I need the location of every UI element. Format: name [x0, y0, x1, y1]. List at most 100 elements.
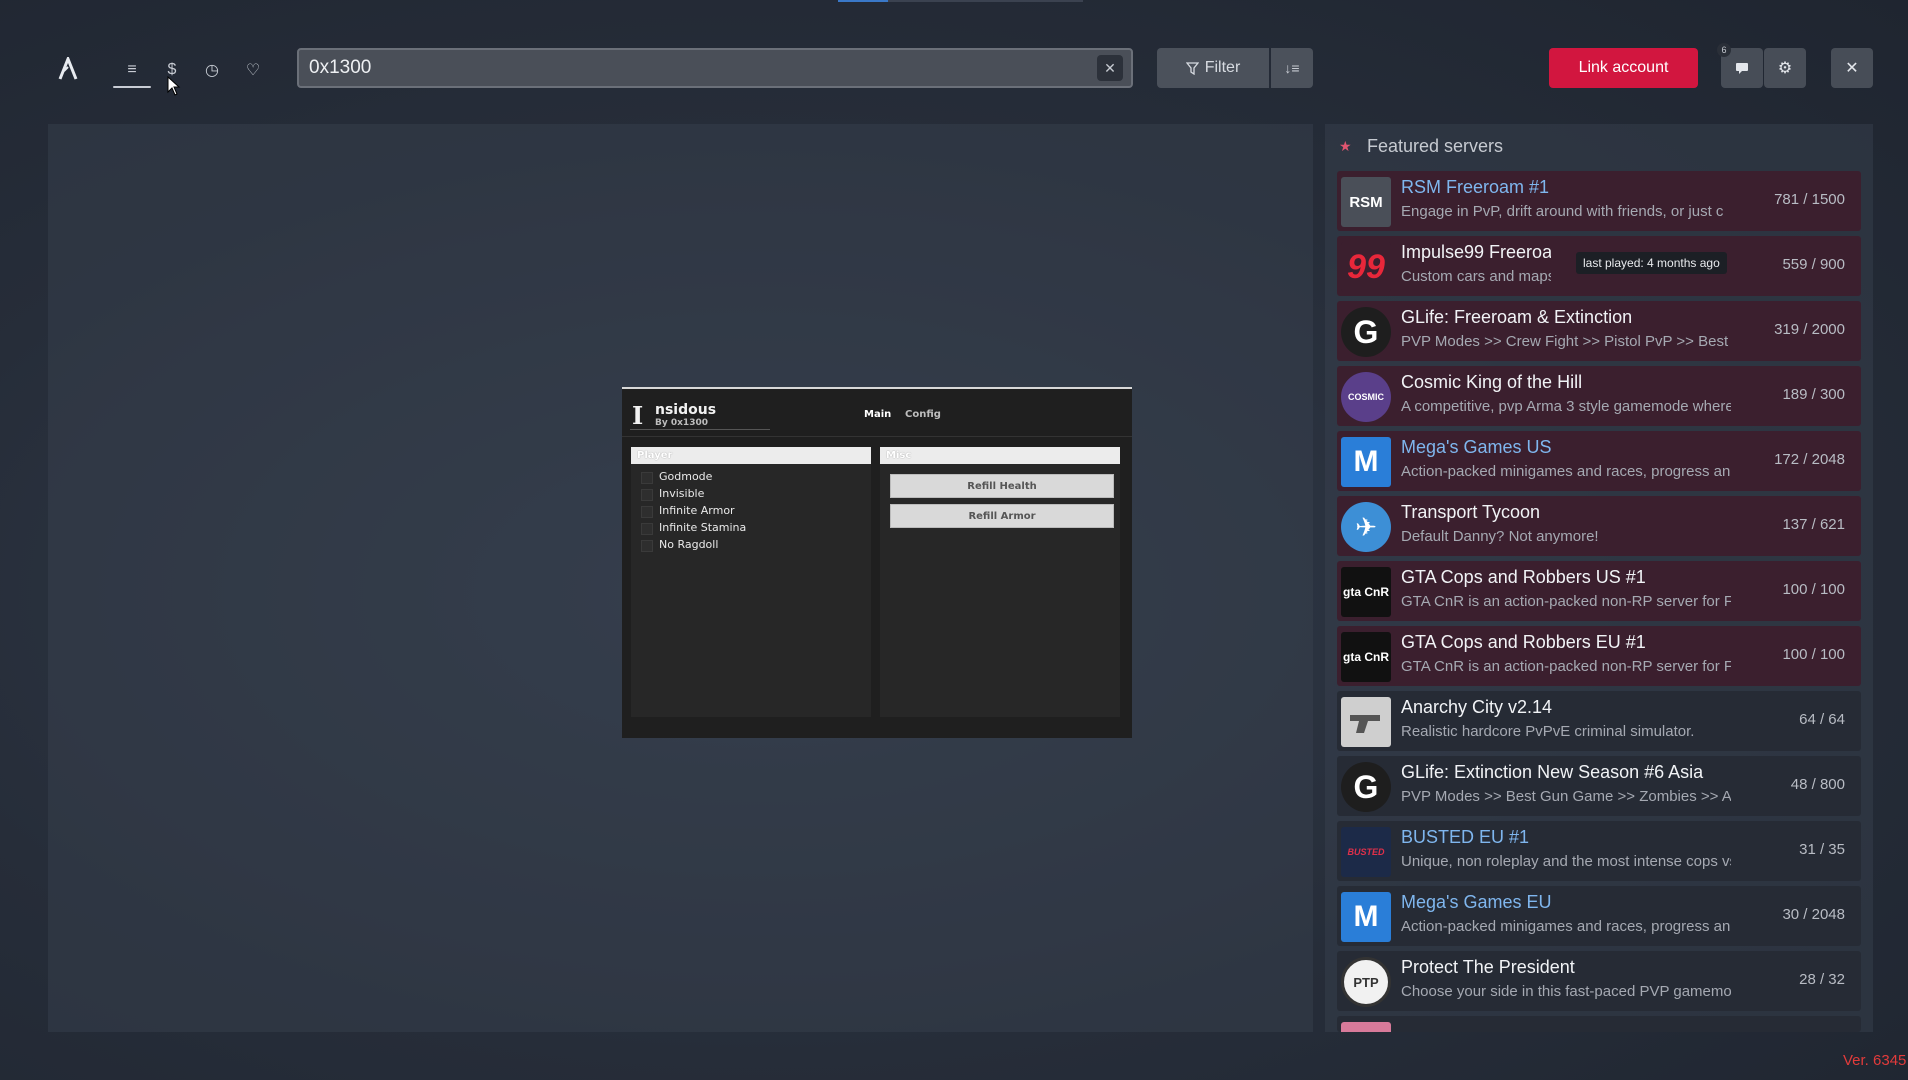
server-logo-icon: RSM [1341, 177, 1391, 227]
server-row-gta-cnr-us[interactable]: gta CnR GTA Cops and Robbers US #1 GTA C… [1337, 561, 1861, 621]
server-description: Realistic hardcore PvPvE criminal simula… [1401, 723, 1695, 740]
server-name: RSM Freeroam #1 [1401, 177, 1550, 197]
search-input[interactable]: 0x1300 [299, 57, 1097, 79]
preview-refill-armor-button: Refill Armor [890, 504, 1114, 528]
preview-option-label: Invisible [659, 487, 705, 500]
logo-icon[interactable] [57, 54, 79, 81]
server-row-anarchy-city[interactable]: Anarchy City v2.14 Realistic hardcore Pv… [1337, 691, 1861, 751]
preview-player-header: Player [631, 447, 871, 464]
server-player-count: 100 / 100 [1782, 646, 1845, 663]
server-row-megas-us[interactable]: M Mega's Games US Action-packed minigame… [1337, 431, 1861, 491]
preview-option-label: No Ragdoll [659, 538, 719, 551]
last-played-tooltip: last played: 4 months ago [1576, 252, 1727, 274]
preview-misc-column: Misc Refill Health Refill Armor [880, 447, 1120, 717]
mouse-cursor-icon [167, 75, 181, 96]
server-description: GTA CnR is an action-packed non-RP serve… [1401, 593, 1731, 610]
server-preview-image: I nsidous By 0x1300 Main Config Player G… [622, 387, 1132, 738]
server-player-count: 172 / 2048 [1774, 451, 1845, 468]
server-name: Mega's Games US [1401, 437, 1552, 457]
version-label: Ver. 6345 [1843, 1052, 1907, 1069]
server-player-count: 781 / 1500 [1774, 191, 1845, 208]
server-name: Transport Tycoon [1401, 502, 1541, 522]
server-row-partial[interactable] [1337, 1016, 1861, 1032]
server-row-megas-eu[interactable]: M Mega's Games EU Action-packed minigame… [1337, 886, 1861, 946]
server-logo-icon [1341, 1022, 1391, 1032]
top-progress-line [838, 0, 1083, 2]
server-description: Default Danny? Not anymore! [1401, 528, 1599, 545]
preview-header-separator [622, 436, 1132, 437]
preview-option-label: Infinite Stamina [659, 521, 747, 534]
server-row-glife-freeroam[interactable]: G GLife: Freeroam & Extinction PVP Modes… [1337, 301, 1861, 361]
servers-list-icon[interactable]: ≡ [120, 58, 144, 82]
preview-subtitle: By 0x1300 [655, 418, 708, 428]
server-player-count: 64 / 64 [1799, 711, 1845, 728]
server-logo-icon: M [1341, 437, 1391, 487]
server-description: Engage in PvP, drift around with friends… [1401, 203, 1724, 220]
server-name: GLife: Freeroam & Extinction [1401, 307, 1633, 327]
preview-divider [630, 429, 770, 430]
server-player-count: 559 / 900 [1782, 256, 1845, 273]
server-row-transport-tycoon[interactable]: ✈ Transport Tycoon Default Danny? Not an… [1337, 496, 1861, 556]
preview-tab-main: Main [864, 409, 892, 420]
featured-star-icon: ★ [1339, 138, 1352, 154]
server-name: Cosmic King of the Hill [1401, 372, 1583, 392]
server-row-glife-asia[interactable]: G GLife: Extinction New Season #6 Asia P… [1337, 756, 1861, 816]
favorites-heart-icon[interactable]: ♡ [241, 58, 265, 82]
server-player-count: 48 / 800 [1790, 776, 1845, 793]
clear-search-icon[interactable]: ✕ [1097, 55, 1123, 81]
server-row-gta-cnr-eu[interactable]: gta CnR GTA Cops and Robbers EU #1 GTA C… [1337, 626, 1861, 686]
server-logo-icon: 99 [1341, 242, 1391, 292]
search-field[interactable]: 0x1300 ✕ [297, 48, 1133, 88]
server-player-count: 100 / 100 [1782, 581, 1845, 598]
notification-count-badge: 6 [1717, 43, 1731, 57]
server-logo-icon: M [1341, 892, 1391, 942]
server-logo-icon [1341, 697, 1391, 747]
active-tab-underline [113, 86, 151, 88]
server-logo-icon: G [1341, 307, 1391, 357]
server-description: Choose your side in this fast-paced PVP … [1401, 983, 1731, 1000]
server-name: Protect The President [1401, 957, 1575, 977]
preview-tab-config: Config [905, 409, 941, 420]
server-description: PVP Modes >> Best Gun Game >> Zombies >>… [1401, 788, 1731, 805]
server-description: A competitive, pvp Arma 3 style gamemode… [1401, 398, 1731, 415]
filter-button[interactable]: Filter [1157, 48, 1269, 88]
server-row-busted-eu[interactable]: BUSTED BUSTED EU #1 Unique, non roleplay… [1337, 821, 1861, 881]
server-name: Mega's Games EU [1401, 892, 1552, 912]
settings-gear-icon[interactable]: ⚙ [1764, 48, 1806, 88]
server-name: GTA Cops and Robbers EU #1 [1401, 632, 1646, 652]
link-account-button[interactable]: Link account [1549, 48, 1698, 88]
preview-checkbox [641, 472, 653, 484]
preview-logo-initial: I [632, 401, 644, 430]
preview-title: nsidous [655, 402, 717, 418]
server-description: PVP Modes >> Crew Fight >> Pistol PvP >>… [1401, 333, 1731, 350]
server-player-count: 30 / 2048 [1782, 906, 1845, 923]
featured-servers-title: Featured servers [1367, 136, 1504, 156]
preview-player-column: Player Godmode Invisible Infinite Armor … [631, 447, 871, 717]
preview-misc-header: Misc [880, 447, 1120, 464]
server-row-protect-the-president[interactable]: PTP Protect The President Choose your si… [1337, 951, 1861, 1011]
featured-servers-panel: ★ Featured servers RSM RSM Freeroam #1 E… [1325, 124, 1873, 1032]
preview-refill-health-button: Refill Health [890, 474, 1114, 498]
preview-option-label: Infinite Armor [659, 504, 735, 517]
server-description: Unique, non roleplay and the most intens… [1401, 853, 1731, 870]
filter-funnel-icon [1185, 61, 1199, 75]
server-description: GTA CnR is an action-packed non-RP serve… [1401, 658, 1731, 675]
server-logo-icon: BUSTED [1341, 827, 1391, 877]
server-logo-icon: ✈ [1341, 502, 1391, 552]
sort-icon[interactable]: ↓≡ [1271, 48, 1313, 88]
server-name: GLife: Extinction New Season #6 Asia [1401, 762, 1704, 782]
history-clock-icon[interactable]: ◷ [200, 58, 224, 82]
server-row-rsm[interactable]: RSM RSM Freeroam #1 Engage in PvP, drift… [1337, 171, 1861, 231]
server-row-cosmic[interactable]: COSMIC Cosmic King of the Hill A competi… [1337, 366, 1861, 426]
close-icon[interactable]: ✕ [1831, 48, 1873, 88]
server-row-impulse99[interactable]: 99 Impulse99 Freeroam Custom cars and ma… [1337, 236, 1861, 296]
server-logo-icon: gta CnR [1341, 567, 1391, 617]
preview-checkbox [641, 523, 653, 535]
server-player-count: 319 / 2000 [1774, 321, 1845, 338]
server-description: Action-packed minigames and races, progr… [1401, 463, 1731, 480]
server-logo-icon: COSMIC [1341, 372, 1391, 422]
preview-checkbox [641, 506, 653, 518]
preview-option-label: Godmode [659, 470, 713, 483]
preview-checkbox [641, 540, 653, 552]
server-logo-icon: gta CnR [1341, 632, 1391, 682]
